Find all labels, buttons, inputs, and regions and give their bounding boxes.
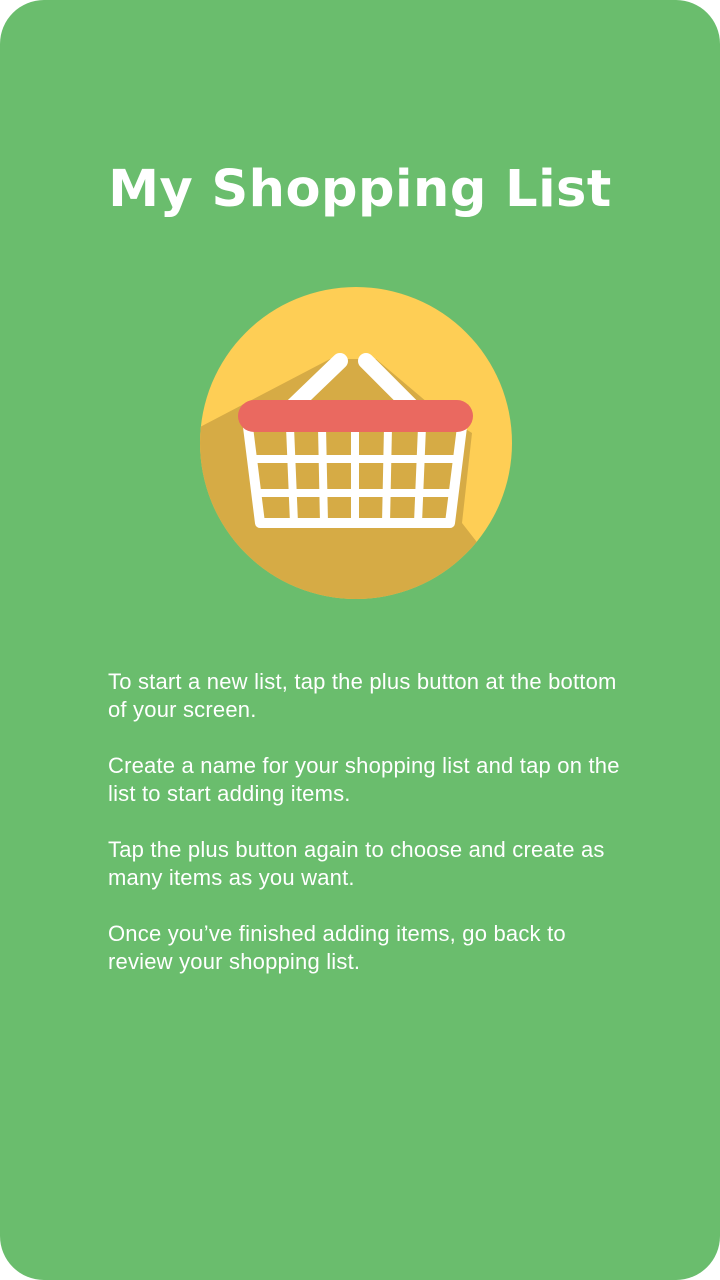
instruction-step-1: To start a new list, tap the plus button… <box>108 669 617 722</box>
instructions: To start a new list, tap the plus button… <box>108 668 628 1004</box>
page-title: My Shopping List <box>108 160 612 219</box>
shopping-basket-icon <box>200 287 512 599</box>
instruction-step-2: Create a name for your shopping list and… <box>108 753 620 806</box>
onboarding-screen: My Shopping List To start a new list, ta… <box>0 0 720 1280</box>
instruction-step-4: Once you’ve finished adding items, go ba… <box>108 921 566 974</box>
instruction-step-3: Tap the plus button again to choose and … <box>108 837 605 890</box>
basket-rim <box>238 400 473 432</box>
